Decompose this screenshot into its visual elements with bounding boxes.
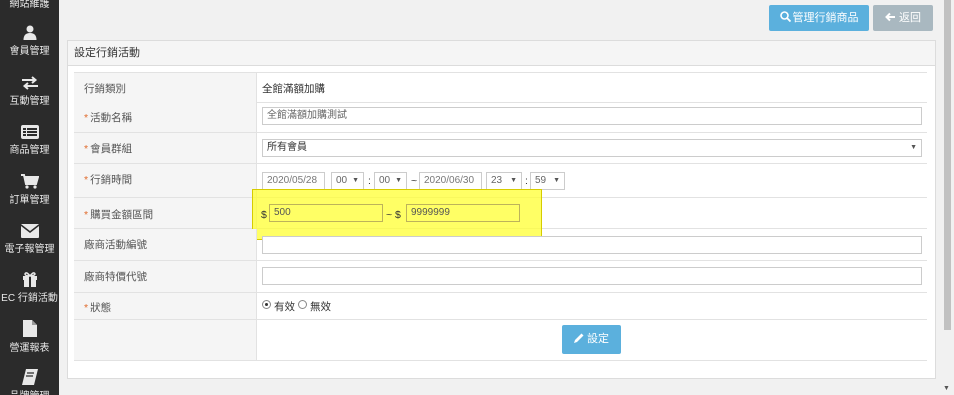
status-active-label: 有效 [274,301,295,313]
form-row-vendor: 廠商活動編號 [74,229,927,261]
start-hour-select[interactable]: 00 ▼ [331,172,364,190]
chevron-down-icon: ▼ [395,177,402,184]
gift-icon [22,272,37,287]
campaign-name-input[interactable]: 全館滿額加購測試 [262,107,922,125]
form-row-type: 行銷類別 全館滿額加購 [74,72,927,103]
sidebar: 網站維護 會員管理 互動管理 商品管理 訂單管理 電子報管理 EC 行銷活動 營… [0,0,59,395]
list-icon [20,125,39,139]
required-mark: * [84,112,89,124]
form-row-name: * 活動名稱 全館滿額加購測試 [74,102,927,133]
sidebar-item-label: 互動管理 [9,96,50,107]
vendor-label: 廠商活動編號 [84,239,147,251]
currency-symbol: $ [261,209,267,221]
vendor-campaign-input[interactable] [262,236,922,254]
type-label: 行銷類別 [84,83,126,95]
manage-products-button[interactable]: 管理行銷商品 [769,5,869,31]
amount-max-input[interactable]: 9999999 [406,204,520,222]
back-button[interactable]: 返回 [873,5,933,31]
file-icon [22,320,37,337]
time-label: 行銷時間 [90,174,133,186]
start-minute-select[interactable]: 00 ▼ [374,172,407,190]
time-colon: : [525,175,528,187]
member-group-value: 所有會員 [267,142,307,153]
sidebar-item-brand[interactable]: 品牌管理 [0,369,59,395]
book-icon [21,369,38,385]
manage-products-label: 管理行銷商品 [792,12,859,24]
sidebar-item-reports[interactable]: 營運報表 [0,320,59,354]
chevron-down-icon: ▼ [553,177,560,184]
required-mark: * [84,209,89,221]
status-label: 狀態 [90,302,112,314]
exchange-icon [21,76,38,90]
sidebar-item-orders[interactable]: 訂單管理 [0,174,59,206]
sidebar-item-label: 網站維護 [9,0,50,10]
group-label: 會員群組 [90,143,133,155]
amount-label: 購買金額區間 [90,209,154,221]
start-date-input[interactable]: 2020/05/28 [262,172,325,190]
required-mark: * [84,302,89,314]
submit-label: 設定 [587,333,609,345]
promo-label: 廠商特價代號 [84,271,147,283]
scroll-down-icon[interactable]: ▼ [943,385,950,392]
form-row-submit [74,320,927,361]
sidebar-item-label: 營運報表 [9,343,50,354]
form-row-promo: 廠商特價代號 [74,261,927,293]
required-mark: * [84,143,89,155]
sidebar-item-interaction[interactable]: 互動管理 [0,76,59,107]
sidebar-item-products[interactable]: 商品管理 [0,125,59,156]
chevron-down-icon: ▼ [510,177,517,184]
sidebar-item-newsletter[interactable]: 電子報管理 [0,224,59,255]
name-label: 活動名稱 [90,112,133,124]
member-group-select[interactable]: 所有會員 ▼ [262,139,922,157]
pencil-icon [574,333,584,343]
chevron-down-icon: ▼ [910,144,917,151]
sidebar-item-label: EC 行銷活動 [1,293,58,304]
end-minute-select[interactable]: 59 ▼ [530,172,565,190]
amount-min-input[interactable]: 500 [269,204,383,222]
status-active-radio[interactable] [262,300,271,309]
type-value: 全館滿額加購 [262,83,325,95]
scrollbar-thumb[interactable] [944,0,951,330]
search-icon [779,11,791,23]
cart-icon [20,174,39,189]
sidebar-item-site[interactable]: 網站維護 [0,0,59,10]
end-hour-select[interactable]: 23 ▼ [486,172,522,190]
sidebar-item-label: 品牌管理 [0,387,59,395]
time-colon: : [368,175,371,187]
user-icon [23,25,36,40]
vendor-promo-input[interactable] [262,267,922,285]
main-content: 管理行銷商品 返回 設定行銷活動 行銷類別 全館滿額加購 * 活動名稱 全館滿額加… [59,0,954,395]
required-mark: * [84,174,89,186]
chevron-down-icon: ▼ [352,177,359,184]
back-label: 返回 [899,12,921,24]
form-row-group: * 會員群組 所有會員 ▼ [74,133,927,164]
form-row-status: * 狀態 有效 無效 [74,293,927,320]
status-inactive-radio[interactable] [298,300,307,309]
end-date-input[interactable]: 2020/06/30 [419,172,482,190]
amount-separator: ~ $ [386,209,401,221]
sidebar-item-ec-marketing[interactable]: EC 行銷活動 [0,271,59,304]
panel-title: 設定行銷活動 [68,41,935,66]
sidebar-item-label: 電子報管理 [4,244,55,255]
arrow-left-icon [885,12,895,22]
sidebar-item-members[interactable]: 會員管理 [0,24,59,57]
sidebar-item-label: 會員管理 [9,46,50,57]
sidebar-item-label: 訂單管理 [9,195,50,206]
campaign-panel: 設定行銷活動 行銷類別 全館滿額加購 * 活動名稱 全館滿額加購測試 * 會員群組 … [67,40,936,379]
envelope-icon [20,224,39,238]
submit-button[interactable]: 設定 [562,325,621,354]
sidebar-item-label: 商品管理 [9,145,50,156]
status-inactive-label: 無效 [310,301,331,313]
time-separator: ~ [411,175,418,187]
